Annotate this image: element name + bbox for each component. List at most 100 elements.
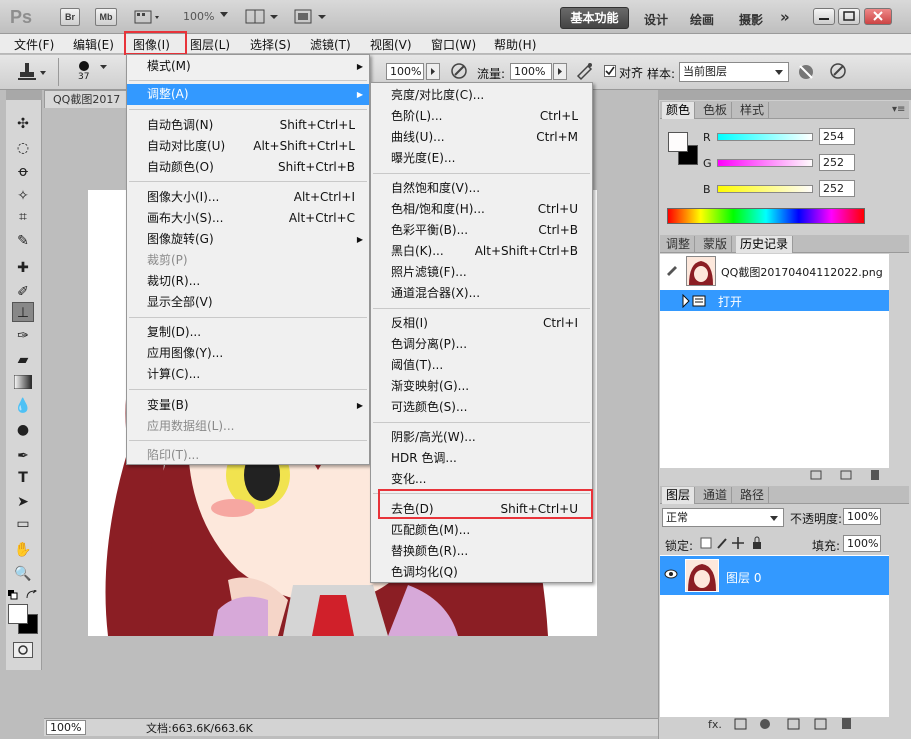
quick-mask-icon[interactable]: [13, 642, 33, 658]
adjust-hue-saturation[interactable]: 色相/饱和度(H)... Ctrl+U: [371, 199, 592, 220]
opacity-slider-button[interactable]: [426, 63, 440, 80]
view-extras-button[interactable]: [133, 9, 163, 25]
gradient-tool-icon[interactable]: [12, 372, 34, 392]
menu-view[interactable]: 视图(V): [370, 36, 412, 53]
flow-slider-button[interactable]: [553, 63, 567, 80]
image-menu-rotation[interactable]: 图像旋转(G) ▶: [127, 229, 369, 250]
tool-preset-picker[interactable]: [14, 60, 48, 84]
document-size-info[interactable]: 文档:663.6K/663.6K: [146, 720, 253, 736]
aligned-checkbox[interactable]: [604, 65, 616, 77]
history-snapshot-label[interactable]: QQ截图20170404112022.png: [721, 264, 883, 280]
tools-panel-header[interactable]: [6, 90, 42, 100]
image-menu-auto-color[interactable]: 自动颜色(O) Shift+Ctrl+B: [127, 157, 369, 178]
adjust-black-white[interactable]: 黑白(K)... Alt+Shift+Ctrl+B: [371, 241, 592, 262]
image-menu-auto-contrast[interactable]: 自动对比度(U) Alt+Shift+Ctrl+L: [127, 136, 369, 157]
panel-dock-header[interactable]: [658, 90, 911, 100]
b-slider[interactable]: [717, 185, 813, 193]
magic-wand-tool-icon[interactable]: ✧: [12, 186, 34, 206]
sample-select[interactable]: 当前图层: [679, 62, 789, 82]
tab-masks[interactable]: 蒙版: [699, 236, 733, 253]
adjust-match-color[interactable]: 匹配颜色(M)...: [371, 520, 592, 541]
path-selection-tool-icon[interactable]: ➤: [12, 492, 34, 512]
adjust-vibrance[interactable]: 自然饱和度(V)...: [371, 178, 592, 199]
foreground-color-swatch[interactable]: [8, 604, 28, 624]
color-ramp[interactable]: [667, 208, 865, 224]
tab-styles[interactable]: 样式: [736, 102, 770, 119]
minimize-button[interactable]: [813, 8, 835, 25]
r-slider[interactable]: [717, 133, 813, 141]
adjust-equalize[interactable]: 色调均化(Q): [371, 562, 592, 583]
image-menu-duplicate[interactable]: 复制(D)...: [127, 322, 369, 343]
adjust-gradient-map[interactable]: 渐变映射(G)...: [371, 376, 592, 397]
lasso-tool-icon[interactable]: ꝋ: [12, 162, 34, 182]
image-menu-auto-tone[interactable]: 自动色调(N) Shift+Ctrl+L: [127, 115, 369, 136]
pen-tool-icon[interactable]: ✒: [12, 446, 34, 466]
rectangle-tool-icon[interactable]: ▭: [12, 514, 34, 534]
history-footer-buttons[interactable]: [809, 468, 889, 482]
image-menu-image-size[interactable]: 图像大小(I)... Alt+Ctrl+I: [127, 187, 369, 208]
layer-name[interactable]: 图层 0: [726, 569, 761, 586]
screen-mode-button[interactable]: [293, 9, 327, 25]
pressure-size-button[interactable]: [828, 61, 848, 81]
adjust-invert[interactable]: 反相(I) Ctrl+I: [371, 313, 592, 334]
bridge-button[interactable]: Br: [60, 8, 80, 26]
blur-tool-icon[interactable]: 💧: [12, 396, 34, 416]
swap-colors-icon[interactable]: [26, 590, 38, 600]
visibility-eye-icon[interactable]: [664, 568, 678, 580]
menu-layer[interactable]: 图层(L): [190, 36, 230, 53]
tab-history[interactable]: 历史记录: [736, 236, 794, 253]
arrange-documents-button[interactable]: [245, 9, 279, 25]
type-tool-icon[interactable]: T: [12, 468, 34, 488]
mini-bridge-button[interactable]: Mb: [95, 8, 117, 26]
document-tab[interactable]: QQ截图2017: [44, 90, 131, 108]
pressure-opacity-button[interactable]: [449, 61, 469, 81]
image-menu-adjustments[interactable]: 调整(A) ▶: [127, 84, 369, 105]
adjust-color-balance[interactable]: 色彩平衡(B)... Ctrl+B: [371, 220, 592, 241]
layer-fill-input[interactable]: 100%: [843, 535, 881, 552]
image-menu-canvas-size[interactable]: 画布大小(S)... Alt+Ctrl+C: [127, 208, 369, 229]
adjust-photo-filter[interactable]: 照片滤镜(F)...: [371, 262, 592, 283]
move-tool-icon[interactable]: ✣: [12, 114, 34, 134]
hand-tool-icon[interactable]: ✋: [12, 540, 34, 560]
tab-color[interactable]: 颜色: [662, 102, 696, 119]
tab-swatches[interactable]: 色板: [699, 102, 733, 119]
panel-menu-icon[interactable]: ▾≡: [892, 104, 905, 115]
adjust-curves[interactable]: 曲线(U)... Ctrl+M: [371, 127, 592, 148]
tab-layers[interactable]: 图层: [662, 487, 696, 504]
history-brush-tool-icon[interactable]: ✑: [12, 326, 34, 346]
adjust-threshold[interactable]: 阈值(T)...: [371, 355, 592, 376]
layers-footer-buttons[interactable]: fx.: [700, 716, 890, 732]
b-value[interactable]: 252: [819, 180, 855, 197]
history-brush-source-icon[interactable]: [665, 262, 679, 276]
menu-help[interactable]: 帮助(H): [494, 36, 536, 53]
image-menu-reveal-all[interactable]: 显示全部(V): [127, 292, 369, 313]
flow-input[interactable]: 100%: [510, 63, 552, 80]
adjust-hdr-toning[interactable]: HDR 色调...: [371, 448, 592, 469]
brush-tool-icon[interactable]: ✐: [12, 282, 34, 302]
more-workspaces-icon[interactable]: »: [780, 8, 790, 26]
maximize-button[interactable]: [838, 8, 860, 25]
zoom-tool-icon[interactable]: 🔍: [12, 564, 34, 584]
default-colors-icon[interactable]: [8, 590, 20, 600]
adjust-selective-color[interactable]: 可选颜色(S)...: [371, 397, 592, 418]
adjust-levels[interactable]: 色阶(L)... Ctrl+L: [371, 106, 592, 127]
eyedropper-tool-icon[interactable]: ✎: [12, 231, 34, 251]
status-zoom[interactable]: 100%: [46, 720, 86, 735]
color-foreground-swatch[interactable]: [668, 132, 688, 152]
menu-select[interactable]: 选择(S): [250, 36, 291, 53]
dodge-tool-icon[interactable]: ●: [12, 420, 34, 440]
tab-paths[interactable]: 路径: [736, 487, 770, 504]
workspace-essentials-button[interactable]: 基本功能: [560, 7, 629, 29]
adjust-shadows-highlights[interactable]: 阴影/高光(W)...: [371, 427, 592, 448]
image-menu-mode[interactable]: 模式(M) ▶: [127, 56, 369, 77]
blend-mode-select[interactable]: 正常: [662, 508, 784, 527]
menu-window[interactable]: 窗口(W): [431, 36, 476, 53]
image-menu-variables[interactable]: 变量(B) ▶: [127, 395, 369, 416]
tab-adjustments[interactable]: 调整: [662, 236, 696, 253]
adjust-variations[interactable]: 变化...: [371, 469, 592, 490]
image-menu-calculations[interactable]: 计算(C)...: [127, 364, 369, 385]
g-value[interactable]: 252: [819, 154, 855, 171]
tab-channels[interactable]: 通道: [699, 487, 733, 504]
menu-edit[interactable]: 编辑(E): [73, 36, 114, 53]
image-menu-apply-image[interactable]: 应用图像(Y)...: [127, 343, 369, 364]
